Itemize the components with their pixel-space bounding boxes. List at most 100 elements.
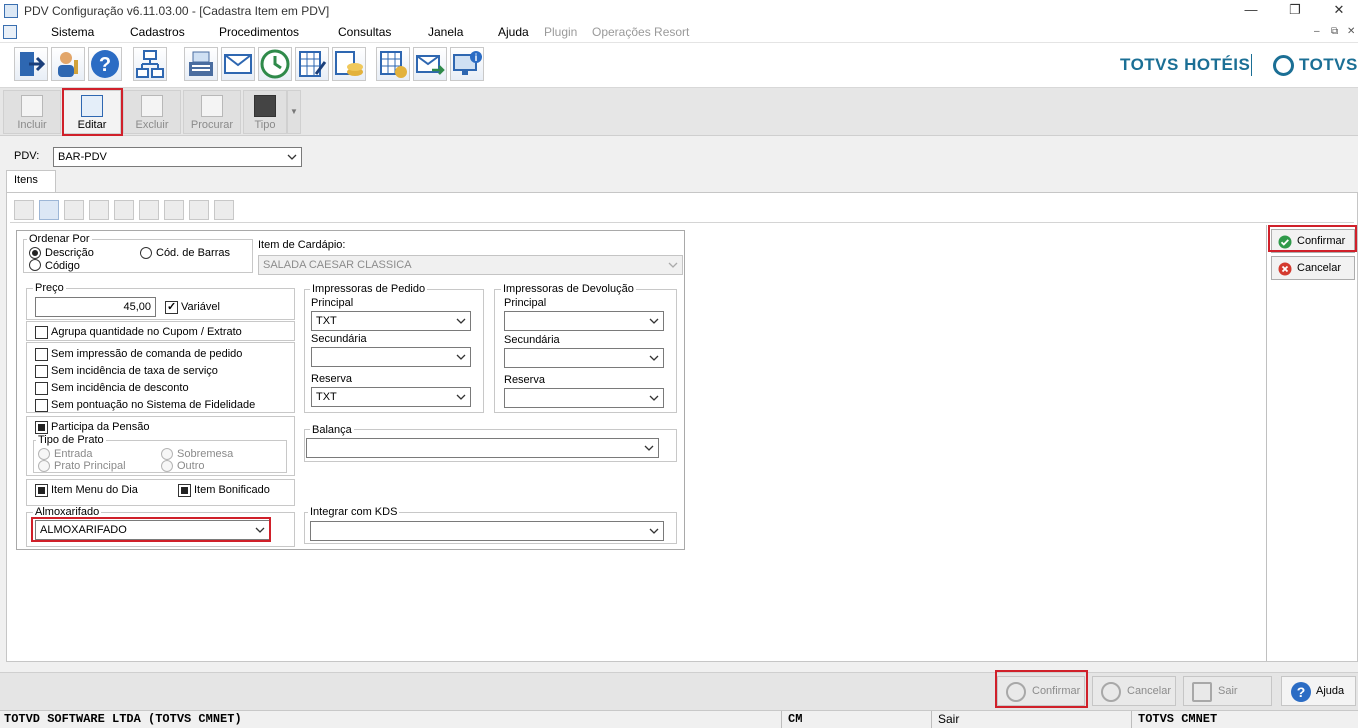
radio-sobremesa[interactable] (161, 448, 173, 460)
radio-entrada[interactable] (38, 448, 50, 460)
bottom-ajuda-label: Ajuda (1316, 685, 1345, 697)
help-icon[interactable]: ? (88, 47, 122, 81)
tipo-button[interactable]: Tipo (243, 90, 287, 134)
coins-icon[interactable] (332, 47, 366, 81)
main-toolbar: ? i TOTVS HOTÉIS TOTVS (0, 43, 1358, 88)
radio-descricao[interactable] (29, 247, 41, 259)
chevron-down-icon (649, 395, 659, 401)
preco-input[interactable]: 45,00 (35, 297, 156, 317)
pedido-secundaria-select[interactable] (311, 347, 471, 367)
chevron-down-icon (456, 354, 466, 360)
procurar-button[interactable]: Procurar (183, 90, 241, 134)
tipo-dropdown-arrow[interactable]: ▼ (287, 90, 301, 134)
delete-item-icon[interactable] (64, 200, 84, 220)
label-variavel: Variável (181, 301, 220, 313)
clock-icon[interactable] (258, 47, 292, 81)
exit-icon[interactable] (14, 47, 48, 81)
new-item-icon[interactable] (14, 200, 34, 220)
checkbox-variavel[interactable] (165, 300, 178, 314)
menu-cadastros[interactable]: Cadastros (130, 25, 185, 39)
spreadsheet-edit-icon[interactable] (295, 47, 329, 81)
side-cancelar-button[interactable]: Cancelar (1271, 256, 1355, 280)
excluir-label: Excluir (135, 119, 169, 131)
import-icon[interactable] (164, 200, 184, 220)
highlight-bottom-confirmar (995, 670, 1088, 708)
balanca-select[interactable] (306, 438, 659, 458)
chevron-down-icon (456, 394, 466, 400)
mdi-minimize-button[interactable]: – (1314, 26, 1320, 37)
grid-icon[interactable] (89, 200, 109, 220)
chevron-down-icon (456, 318, 466, 324)
totvs-logo: TOTVS (1299, 55, 1358, 74)
radio-outro[interactable] (161, 460, 173, 472)
checkbox-sem-taxa[interactable] (35, 365, 48, 378)
excluir-button[interactable]: Excluir (123, 90, 181, 134)
status-company: TOTVD SOFTWARE LTDA (TOTVS CMNET) (4, 712, 242, 726)
restore-button[interactable]: ❐ (1272, 0, 1318, 22)
cash-register-icon[interactable] (184, 47, 218, 81)
radio-cod-barras[interactable] (140, 247, 152, 259)
devolucao-principal-label: Principal (504, 297, 547, 309)
label-entrada: Entrada (54, 448, 93, 460)
checkbox-participa-pensao[interactable] (35, 421, 48, 434)
status-user: CM (788, 712, 803, 726)
impressoras-devolucao-title: Impressoras de Devolução (501, 283, 636, 295)
pdv-select[interactable]: BAR-PDV (53, 147, 302, 167)
checkbox-item-menu-dia[interactable] (35, 484, 48, 497)
user-key-icon[interactable] (51, 47, 85, 81)
menu-janela[interactable]: Janela (428, 25, 463, 39)
devolucao-principal-select[interactable] (504, 311, 664, 331)
checkbox-sem-impressao[interactable] (35, 348, 48, 361)
bottom-cancelar-button[interactable]: Cancelar (1092, 676, 1176, 706)
tab-itens[interactable]: Itens (6, 170, 56, 192)
mdi-restore-button[interactable]: ⧉ (1331, 26, 1338, 37)
menu-procedimentos[interactable]: Procedimentos (219, 25, 299, 39)
mdi-close-button[interactable]: ✕ (1347, 26, 1355, 37)
label-codigo: Código (45, 260, 80, 272)
tipo-label: Tipo (254, 119, 276, 131)
copy-item-icon[interactable] (114, 200, 134, 220)
minimize-button[interactable]: — (1228, 0, 1274, 22)
monitor-info-icon[interactable]: i (450, 47, 484, 81)
chevron-down-icon (649, 318, 659, 324)
table-money-icon[interactable] (376, 47, 410, 81)
status-divider (931, 711, 932, 728)
pedido-principal-select[interactable]: TXT (311, 311, 471, 331)
menu-consultas[interactable]: Consultas (338, 25, 391, 39)
bottom-sair-button[interactable]: Sair (1183, 676, 1272, 706)
label-agrupa: Agrupa quantidade no Cupom / Extrato (51, 326, 242, 338)
menu-ajuda[interactable]: Ajuda (498, 25, 529, 39)
chevron-down-icon (668, 262, 678, 268)
pedido-reserva-select[interactable]: TXT (311, 387, 471, 407)
bottom-ajuda-button[interactable]: ? Ajuda (1281, 676, 1356, 706)
edit-item-icon[interactable] (39, 200, 59, 220)
close-button[interactable]: ✕ (1316, 0, 1358, 22)
balanca-title: Balança (310, 424, 354, 436)
checkbox-sem-desconto[interactable] (35, 382, 48, 395)
radio-prato-principal[interactable] (38, 460, 50, 472)
checkbox-sem-pontuacao[interactable] (35, 399, 48, 412)
svg-text:?: ? (1297, 684, 1306, 700)
mail-send-icon[interactable] (413, 47, 447, 81)
checkbox-agrupa[interactable] (35, 326, 48, 339)
search-icon[interactable] (214, 200, 234, 220)
cancel-circle-icon (1101, 682, 1121, 702)
kds-select[interactable] (310, 521, 664, 541)
pedido-reserva-value: TXT (316, 391, 337, 403)
devolucao-secundaria-select[interactable] (504, 348, 664, 368)
chevron-down-icon (649, 355, 659, 361)
incluir-button[interactable]: Incluir (3, 90, 61, 134)
label-descricao: Descrição (45, 247, 94, 259)
new-document-icon (21, 95, 43, 117)
checkbox-item-bonificado[interactable] (178, 484, 191, 497)
devolucao-reserva-select[interactable] (504, 388, 664, 408)
incluir-label: Incluir (17, 119, 47, 131)
radio-codigo[interactable] (29, 259, 41, 271)
highlight-side-confirmar (1268, 225, 1357, 252)
org-chart-icon[interactable] (133, 47, 167, 81)
label-participa-pensao: Participa da Pensão (51, 421, 150, 433)
print-icon[interactable] (139, 200, 159, 220)
menu-sistema[interactable]: Sistema (51, 25, 94, 39)
mail-icon[interactable] (221, 47, 255, 81)
filter-icon[interactable] (189, 200, 209, 220)
